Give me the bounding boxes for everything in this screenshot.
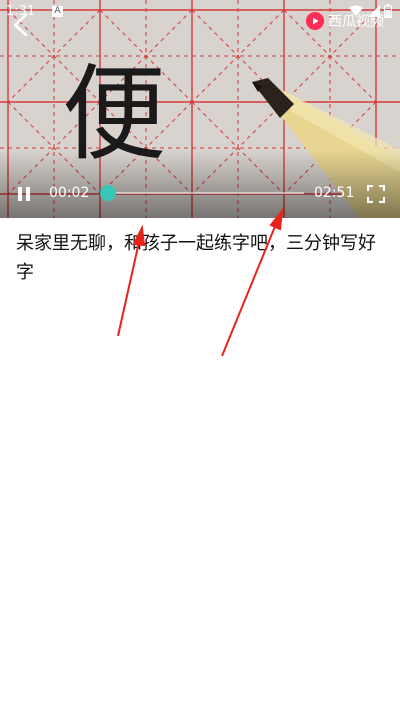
notification-badge: A <box>52 6 63 17</box>
total-time: 02:51 <box>314 185 355 201</box>
battery-icon <box>384 4 392 18</box>
back-icon[interactable] <box>10 12 32 38</box>
video-title: 呆家里无聊，和孩子一起练字吧，三分钟写好字 <box>16 233 376 283</box>
brand-name: 西瓜视频 <box>328 14 384 30</box>
current-time: 00:02 <box>49 185 90 201</box>
pause-icon[interactable] <box>16 185 32 203</box>
video-player[interactable]: 便 1:31 A 西瓜视频 00:02 02:51 <box>0 0 400 218</box>
xigua-logo-icon <box>306 12 324 30</box>
seek-bar[interactable] <box>100 185 304 201</box>
brand-logo-link[interactable]: 西瓜视频 <box>306 11 384 31</box>
fullscreen-icon[interactable] <box>367 185 385 203</box>
player-controls: 00:02 02:51 <box>0 176 400 212</box>
seek-thumb[interactable] <box>100 185 117 201</box>
